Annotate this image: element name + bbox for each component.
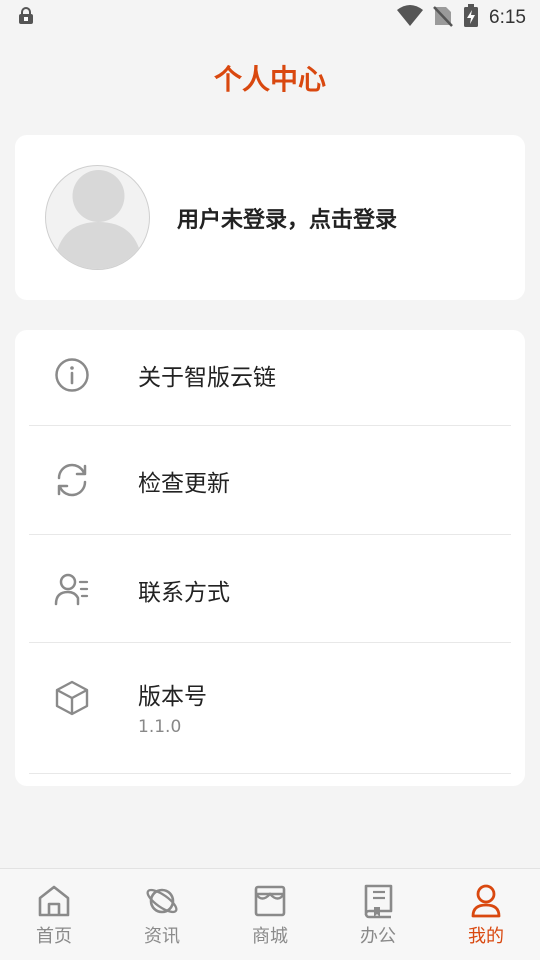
tab-label: 首页 — [36, 926, 72, 947]
tab-label: 商城 — [252, 926, 288, 947]
box-icon — [53, 679, 91, 717]
refresh-icon — [53, 461, 91, 499]
divider — [29, 773, 511, 774]
tab-mall[interactable]: 商城 — [216, 869, 324, 960]
status-icons: 6:15 — [397, 4, 526, 32]
book-icon — [360, 883, 396, 919]
info-icon — [53, 356, 91, 394]
tab-label: 办公 — [360, 926, 396, 947]
page-title: 个人中心 — [213, 63, 326, 96]
battery-charging-icon — [463, 4, 479, 32]
store-icon — [252, 883, 288, 919]
tab-news[interactable]: 资讯 — [108, 869, 216, 960]
no-sim-icon — [433, 5, 453, 31]
status-time: 6:15 — [489, 7, 526, 28]
menu-label: 检查更新 — [138, 471, 230, 497]
bottom-tab-bar: 首页 资讯 商城 办公 我的 — [0, 868, 540, 960]
status-bar: 6:15 — [0, 0, 540, 36]
lock-icon — [18, 7, 34, 29]
menu-item-contact[interactable]: 联系方式 — [15, 535, 525, 642]
user-icon — [468, 883, 504, 919]
tab-mine[interactable]: 我的 — [432, 869, 540, 960]
wifi-icon — [397, 5, 424, 31]
contact-icon — [53, 571, 91, 609]
menu-label: 版本号 — [138, 684, 207, 710]
menu-item-about[interactable]: 关于智版云链 — [15, 330, 525, 425]
planet-icon — [144, 883, 180, 919]
menu-card: 关于智版云链 检查更新 联系方式 版本号 1.1.0 — [15, 330, 525, 786]
menu-item-version[interactable]: 版本号 1.1.0 — [15, 643, 525, 773]
menu-item-check-update[interactable]: 检查更新 — [15, 426, 525, 534]
login-prompt[interactable]: 用户未登录，点击登录 — [177, 202, 397, 234]
menu-label: 联系方式 — [138, 580, 230, 606]
version-number: 1.1.0 — [138, 717, 182, 737]
home-icon — [36, 883, 72, 919]
default-avatar-icon[interactable] — [45, 165, 150, 270]
tab-home[interactable]: 首页 — [0, 869, 108, 960]
tab-office[interactable]: 办公 — [324, 869, 432, 960]
tab-label: 资讯 — [144, 926, 180, 947]
login-card[interactable]: 用户未登录，点击登录 — [15, 135, 525, 300]
menu-label: 关于智版云链 — [138, 365, 276, 391]
tab-label: 我的 — [468, 926, 504, 947]
